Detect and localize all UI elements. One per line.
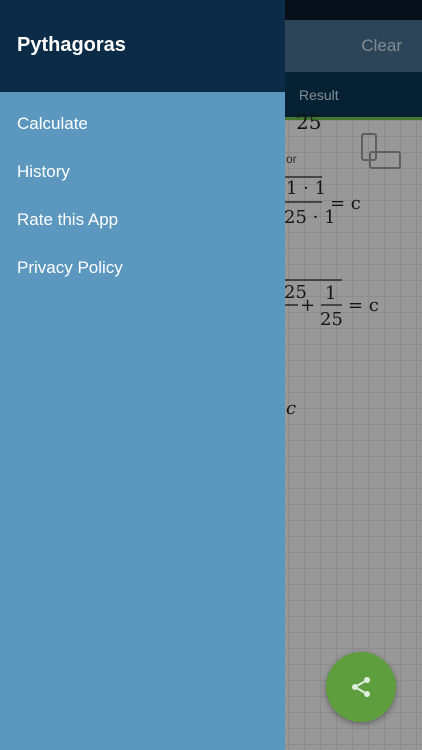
- menu-item-rate-app[interactable]: Rate this App: [17, 210, 118, 230]
- share-icon: [352, 677, 370, 697]
- menu-item-calculate[interactable]: Calculate: [17, 114, 88, 134]
- drawer-title: Pythagoras: [17, 34, 126, 56]
- share-button[interactable]: [326, 652, 396, 722]
- content-scrim[interactable]: [285, 0, 422, 750]
- menu-item-privacy-policy[interactable]: Privacy Policy: [17, 258, 123, 278]
- drawer-header: Pythagoras: [0, 0, 285, 92]
- app-root: Clear Result 25 or 1 · 1 25 · 1 = c 25 +…: [0, 0, 422, 750]
- menu-item-history[interactable]: History: [17, 162, 70, 182]
- navigation-drawer: Pythagoras Calculate History Rate this A…: [0, 0, 285, 750]
